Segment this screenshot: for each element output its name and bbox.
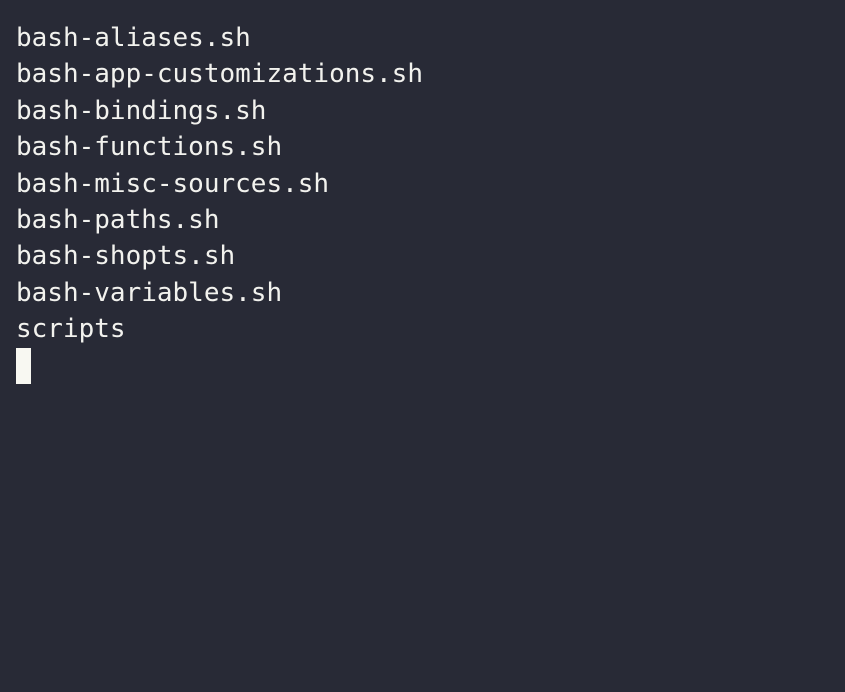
output-line: bash-shopts.sh [16, 241, 236, 272]
output-line: bash-aliases.sh [16, 23, 251, 53]
output-line: bash-misc-sources.sh [16, 168, 330, 199]
terminal-cursor [16, 347, 31, 384]
output-line: bash-bindings.sh [16, 95, 267, 126]
output-line: bash-variables.sh [16, 277, 283, 308]
prompt-line[interactable] [16, 347, 845, 384]
output-line: scripts [16, 314, 126, 345]
terminal-window[interactable]: bash-aliases.sh bash-app-customizations.… [0, 0, 845, 692]
output-line: bash-paths.sh [16, 204, 220, 235]
output-line: bash-app-customizations.sh [16, 59, 423, 90]
output-line: bash-functions.sh [16, 132, 283, 163]
terminal-output: bash-aliases.sh bash-app-customizations.… [16, 20, 845, 348]
